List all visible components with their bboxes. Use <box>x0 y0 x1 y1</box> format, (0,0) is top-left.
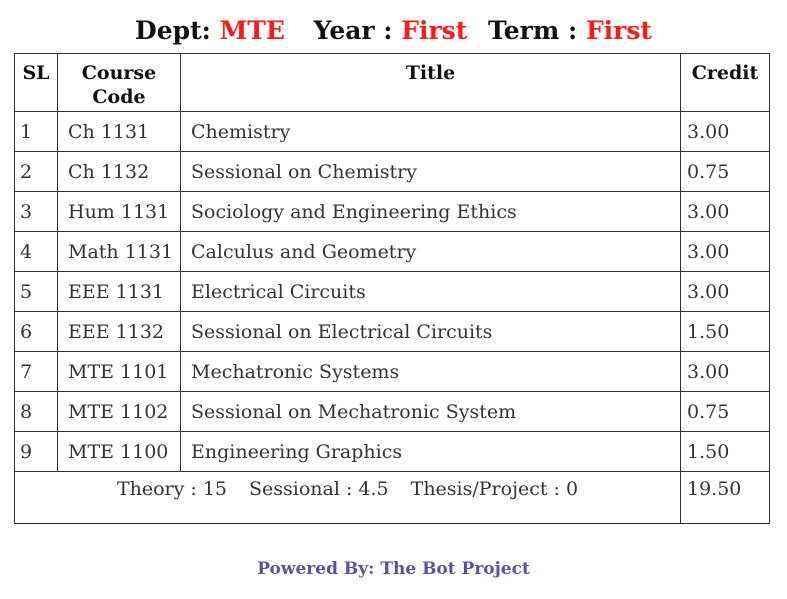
table-header-row: SL Course Code Title Credit <box>14 53 770 112</box>
cell-title: Sessional on Chemistry <box>180 151 681 192</box>
term-value: First <box>585 16 652 45</box>
cell-code: Math 1131 <box>57 231 181 272</box>
cell-sl: 7 <box>14 351 58 392</box>
dept-label: Dept: <box>135 16 211 45</box>
header-code-line2: Code <box>92 86 146 108</box>
cell-credit: 1.50 <box>680 431 770 472</box>
cell-credit: 0.75 <box>680 151 770 192</box>
cell-code: Ch 1131 <box>57 111 181 152</box>
table-row: 6 EEE 1132 Sessional on Electrical Circu… <box>14 311 770 352</box>
cell-title: Mechatronic Systems <box>180 351 681 392</box>
header-credit: Credit <box>680 53 770 112</box>
header-course-code: Course Code <box>57 53 181 112</box>
cell-title: Sessional on Electrical Circuits <box>180 311 681 352</box>
table-row: 2 Ch 1132 Sessional on Chemistry 0.75 <box>14 151 770 192</box>
cell-credit: 1.50 <box>680 311 770 352</box>
cell-sl: 5 <box>14 271 58 312</box>
table-row: 9 MTE 1100 Engineering Graphics 1.50 <box>14 431 770 472</box>
summary-thesis: Thesis/Project : 0 <box>410 478 579 500</box>
header-code-line1: Course <box>81 62 157 84</box>
summary-row: Theory : 15 Sessional : 4.5 Thesis/Project… <box>14 471 770 524</box>
powered-by-footer: Powered By: The Bot Project <box>257 559 530 579</box>
cell-sl: 6 <box>14 311 58 352</box>
course-table: SL Course Code Title Credit 1 Ch 1131 Ch… <box>14 53 770 524</box>
cell-title: Sociology and Engineering Ethics <box>180 191 681 232</box>
cell-code: EEE 1132 <box>57 311 181 352</box>
cell-title: Calculus and Geometry <box>180 231 681 272</box>
cell-sl: 8 <box>14 391 58 432</box>
table-row: 8 MTE 1102 Sessional on Mechatronic Syst… <box>14 391 770 432</box>
header-sl: SL <box>14 53 58 112</box>
table-row: 1 Ch 1131 Chemistry 3.00 <box>14 111 770 152</box>
table-row: 4 Math 1131 Calculus and Geometry 3.00 <box>14 231 770 272</box>
cell-code: MTE 1100 <box>57 431 181 472</box>
page-heading: Dept: MTE Year : First Term : First <box>0 12 787 50</box>
cell-sl: 1 <box>14 111 58 152</box>
cell-title: Engineering Graphics <box>180 431 681 472</box>
cell-credit: 3.00 <box>680 351 770 392</box>
term-label: Term : <box>488 16 578 45</box>
cell-sl: 9 <box>14 431 58 472</box>
cell-title: Sessional on Mechatronic System <box>180 391 681 432</box>
cell-credit: 3.00 <box>680 271 770 312</box>
cell-sl: 2 <box>14 151 58 192</box>
year-value: First <box>401 16 468 45</box>
summary-cell: Theory : 15 Sessional : 4.5 Thesis/Project… <box>14 471 681 524</box>
cell-sl: 3 <box>14 191 58 232</box>
cell-code: EEE 1131 <box>57 271 181 312</box>
cell-code: Hum 1131 <box>57 191 181 232</box>
cell-credit: 3.00 <box>680 111 770 152</box>
cell-code: Ch 1132 <box>57 151 181 192</box>
cell-credit: 3.00 <box>680 231 770 272</box>
summary-sessional: Sessional : 4.5 <box>249 478 389 500</box>
cell-code: MTE 1101 <box>57 351 181 392</box>
table-row: 7 MTE 1101 Mechatronic Systems 3.00 <box>14 351 770 392</box>
table-row: 3 Hum 1131 Sociology and Engineering Eth… <box>14 191 770 232</box>
cell-sl: 4 <box>14 231 58 272</box>
header-title: Title <box>180 53 681 112</box>
year-label: Year : <box>313 16 393 45</box>
cell-credit: 3.00 <box>680 191 770 232</box>
cell-title: Chemistry <box>180 111 681 152</box>
table-row: 5 EEE 1131 Electrical Circuits 3.00 <box>14 271 770 312</box>
summary-theory: Theory : 15 <box>116 478 228 500</box>
cell-credit: 0.75 <box>680 391 770 432</box>
cell-title: Electrical Circuits <box>180 271 681 312</box>
total-credit: 19.50 <box>680 471 770 524</box>
cell-code: MTE 1102 <box>57 391 181 432</box>
dept-value: MTE <box>219 16 285 45</box>
